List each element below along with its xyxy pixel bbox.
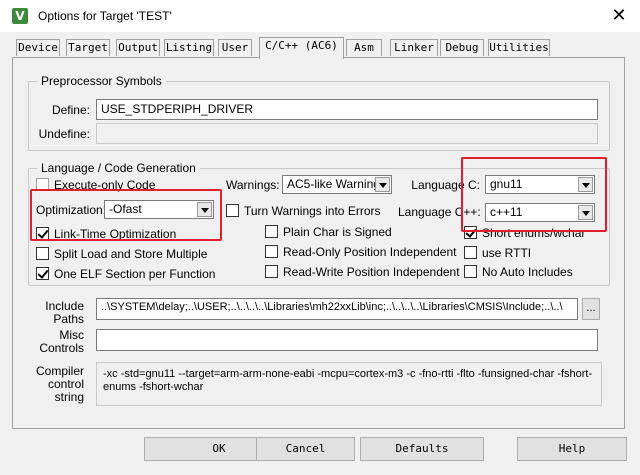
tab-target[interactable]: Target [66, 39, 110, 56]
chevron-down-icon[interactable] [197, 202, 212, 217]
tab-utilities[interactable]: Utilities [488, 39, 550, 56]
ro-pi-checkbox[interactable] [265, 245, 278, 258]
tab-user[interactable]: User [218, 39, 252, 56]
execute-only-label: Execute-only Code [54, 178, 156, 192]
language-cpp-select[interactable]: c++11 [485, 203, 595, 222]
defaults-button[interactable]: Defaults [360, 437, 484, 461]
codegen-group-title: Language / Code Generation [37, 161, 200, 175]
include-paths-input[interactable]: ..\SYSTEM\delay;..\USER;..\..\..\..\Libr… [96, 298, 578, 320]
warnings-value: AC5-like Warnings [287, 177, 386, 191]
define-label: Define: [51, 103, 90, 117]
short-enums-label: Short enums/wchar [482, 226, 586, 240]
split-load-checkbox[interactable] [36, 247, 49, 260]
tab-output[interactable]: Output [116, 39, 160, 56]
split-load-label: Split Load and Store Multiple [54, 247, 208, 261]
no-auto-includes-label: No Auto Includes [482, 265, 573, 279]
optimization-select[interactable]: -Ofast [104, 200, 214, 219]
rw-pi-checkbox[interactable] [265, 265, 278, 278]
compiler-string-label-1: Compiler [35, 364, 84, 378]
chevron-down-icon[interactable] [578, 205, 593, 220]
include-paths-label-1: Include [45, 299, 84, 313]
language-c-select[interactable]: gnu11 [485, 175, 595, 194]
window-title: Options for Target 'TEST' [38, 9, 172, 23]
close-icon[interactable]: ✕ [598, 0, 640, 32]
no-auto-includes-checkbox[interactable] [464, 265, 477, 278]
tab-strip: Device Target Output Listing User C/C++ … [16, 37, 636, 59]
keil-uvision-icon: V [12, 8, 28, 24]
ro-pi-label: Read-Only Position Independent [283, 245, 457, 259]
warn-errors-checkbox[interactable] [226, 204, 239, 217]
chevron-down-icon[interactable] [375, 177, 390, 192]
misc-controls-label-1: Misc [59, 328, 84, 342]
plain-char-checkbox[interactable] [265, 225, 278, 238]
compiler-string-label-2: control [47, 377, 84, 391]
warnings-select[interactable]: AC5-like Warnings [282, 175, 392, 194]
misc-controls-input[interactable] [96, 329, 598, 351]
warnings-label: Warnings: [226, 178, 280, 192]
tab-device[interactable]: Device [16, 39, 60, 56]
tab-asm[interactable]: Asm [346, 39, 382, 56]
optimization-value: -Ofast [109, 202, 142, 216]
options-dialog: V Options for Target 'TEST' ✕ Device Tar… [0, 0, 640, 475]
undefine-label: Undefine: [38, 127, 90, 141]
short-enums-checkbox[interactable] [464, 226, 477, 239]
preprocessor-group-title: Preprocessor Symbols [37, 74, 166, 88]
lto-label: Link-Time Optimization [54, 227, 177, 241]
tab-c-cpp-ac6[interactable]: C/C++ (AC6) [259, 37, 344, 59]
tab-listing[interactable]: Listing [164, 39, 214, 56]
chevron-down-icon[interactable] [578, 177, 593, 192]
warn-errors-label: Turn Warnings into Errors [244, 204, 381, 218]
misc-controls-label-2: Controls [39, 341, 84, 355]
compiler-string-display[interactable]: -xc -std=gnu11 --target=arm-arm-none-eab… [96, 362, 602, 406]
define-input[interactable]: USE_STDPERIPH_DRIVER [96, 99, 598, 120]
one-elf-label: One ELF Section per Function [54, 267, 216, 281]
use-rtti-checkbox[interactable] [464, 246, 477, 259]
compiler-string-label-3: string [54, 390, 84, 404]
execute-only-checkbox[interactable] [36, 178, 49, 191]
use-rtti-label: use RTTI [482, 246, 532, 260]
title-bar: V Options for Target 'TEST' ✕ [0, 0, 640, 32]
optimization-label: Optimization: [36, 203, 107, 217]
tab-debug[interactable]: Debug [440, 39, 484, 56]
plain-char-label: Plain Char is Signed [283, 225, 392, 239]
undefine-input[interactable] [96, 123, 598, 144]
help-button[interactable]: Help [517, 437, 627, 461]
rw-pi-label: Read-Write Position Independent [283, 265, 460, 279]
include-paths-browse-button[interactable]: ... [582, 298, 600, 320]
cancel-button[interactable]: Cancel [256, 437, 355, 461]
language-c-value: gnu11 [490, 177, 523, 191]
language-cpp-label: Language C++: [398, 205, 481, 219]
include-paths-label-2: Paths [53, 312, 84, 326]
one-elf-checkbox[interactable] [36, 267, 49, 280]
lto-checkbox[interactable] [36, 227, 49, 240]
tab-linker[interactable]: Linker [390, 39, 438, 56]
language-c-label: Language C: [411, 178, 480, 192]
language-cpp-value: c++11 [490, 205, 523, 219]
